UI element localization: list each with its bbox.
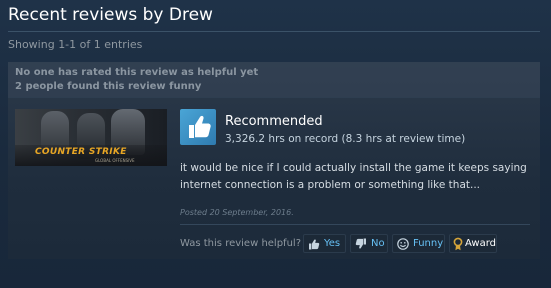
entries-count: Showing 1-1 of 1 entries — [8, 38, 143, 51]
thumbs-up-icon — [307, 237, 321, 251]
game-logo-subtitle: GLOBAL OFFENSIVE — [95, 158, 135, 163]
vote-no-label: No — [371, 238, 385, 249]
funny-count: 2 people found this review funny — [15, 81, 202, 92]
award-icon — [453, 237, 463, 251]
vote-funny-button[interactable]: Funny — [392, 234, 445, 253]
recommendation-title[interactable]: Recommended — [225, 114, 323, 129]
game-logo: COUNTER STRIKE — [35, 147, 127, 157]
divider — [180, 224, 530, 225]
thumbs-up-icon[interactable] — [180, 109, 216, 145]
helpful-question: Was this review helpful? — [180, 238, 302, 249]
page-header: Recent reviews by Drew — [8, 0, 540, 32]
page-title: Recent reviews by Drew — [8, 5, 213, 25]
vote-yes-button[interactable]: Yes — [303, 234, 346, 253]
vote-funny-label: Funny — [413, 238, 444, 249]
award-button[interactable]: Award — [449, 234, 497, 253]
smiley-icon — [396, 237, 410, 251]
game-capsule-image[interactable]: COUNTER STRIKE GLOBAL OFFENSIVE — [15, 109, 167, 166]
posted-date: Posted 20 September, 2016. — [180, 208, 294, 217]
thumbs-down-icon — [354, 237, 368, 251]
helpful-count: No one has rated this review as helpful … — [15, 67, 259, 78]
reviews-page: Recent reviews by Drew Showing 1-1 of 1 … — [0, 0, 551, 288]
review-body: it would be nice if I could actually ins… — [180, 162, 527, 191]
vote-yes-label: Yes — [324, 238, 341, 249]
hours-on-record: 3,326.2 hrs on record (8.3 hrs at review… — [225, 133, 466, 145]
review-card: No one has rated this review as helpful … — [8, 62, 540, 259]
award-label: Award — [465, 238, 497, 249]
helpful-summary: No one has rated this review as helpful … — [8, 62, 540, 98]
vote-no-button[interactable]: No — [350, 234, 388, 253]
